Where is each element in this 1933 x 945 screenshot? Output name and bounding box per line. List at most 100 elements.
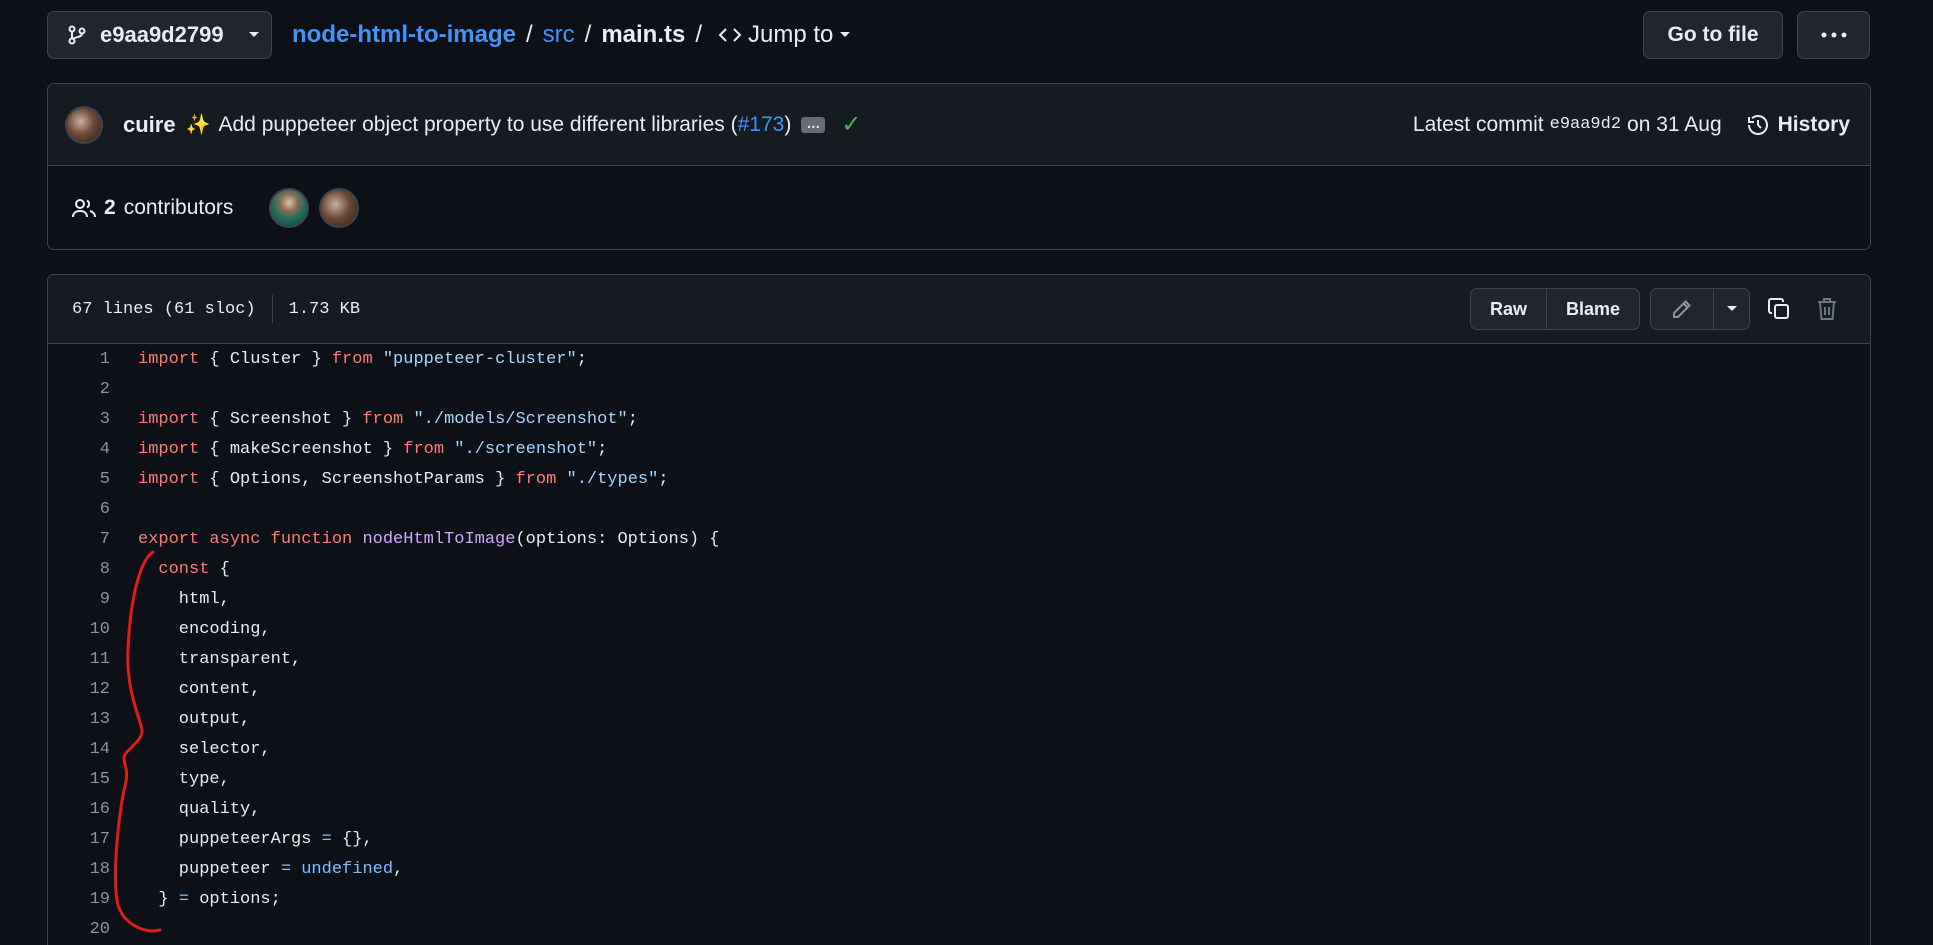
code-line[interactable]: 20 [48, 914, 1870, 944]
sparkle-icon: ✨ [185, 114, 211, 136]
repo-link[interactable]: node-html-to-image [292, 21, 516, 49]
raw-button[interactable]: Raw [1471, 289, 1546, 329]
code-line[interactable]: 4 import { makeScreenshot } from "./scree… [48, 434, 1870, 464]
history-icon [1747, 114, 1768, 135]
chevron-down-icon [840, 32, 851, 37]
check-success-icon[interactable]: ✓ [841, 110, 861, 139]
line-number[interactable]: 14 [48, 740, 110, 759]
code-token: selector, [138, 739, 271, 759]
line-number[interactable]: 2 [48, 380, 110, 399]
edit-group [1650, 288, 1750, 330]
line-number[interactable]: 11 [48, 650, 110, 669]
delete-file-button[interactable] [1808, 288, 1846, 330]
code-token: content, [138, 679, 261, 699]
contributors-count: 2 [104, 196, 116, 219]
contributors-link[interactable]: 2 contributors [72, 196, 233, 220]
code-line[interactable]: 3 import { Screenshot } from "./models/Sc… [48, 404, 1870, 434]
code-listing[interactable]: 1 import { Cluster } from "puppeteer-clus… [48, 344, 1870, 944]
line-number[interactable]: 1 [48, 350, 110, 369]
code-token: import [138, 349, 210, 369]
edit-dropdown-button[interactable] [1713, 289, 1749, 329]
code-line[interactable]: 16 quality, [48, 794, 1870, 824]
code-token: (options: Options) { [515, 529, 720, 549]
latest-commit-label: Latest commit [1412, 112, 1544, 136]
contributor-avatar[interactable] [319, 188, 360, 228]
line-number[interactable]: 9 [48, 590, 110, 609]
author-avatar[interactable] [65, 105, 103, 144]
code-line[interactable]: 14 selector, [48, 734, 1870, 764]
code-token: puppeteer [138, 859, 281, 879]
line-number[interactable]: 20 [48, 920, 110, 939]
line-number[interactable]: 17 [48, 830, 110, 849]
code-token: from [403, 439, 445, 459]
code-token: "./models/Screenshot" [403, 409, 628, 429]
line-number[interactable]: 8 [48, 560, 110, 579]
line-content: content, [138, 679, 261, 699]
code-token: {}, [331, 829, 373, 849]
contributor-avatar[interactable] [269, 188, 310, 228]
line-number[interactable]: 10 [48, 620, 110, 639]
line-number[interactable]: 3 [48, 410, 110, 429]
code-token: = [321, 829, 332, 849]
code-line[interactable]: 15 type, [48, 764, 1870, 794]
expand-commit-message-button[interactable]: … [801, 116, 826, 133]
latest-commit-info: Latest commit e9aa9d2 on 31 Aug [1413, 113, 1722, 137]
code-line[interactable]: 18 puppeteer = undefined, [48, 854, 1870, 884]
code-line[interactable]: 13 output, [48, 704, 1870, 734]
commit-author[interactable]: cuire [123, 112, 176, 138]
code-line[interactable]: 11 transparent, [48, 644, 1870, 674]
code-line[interactable]: 8 const { [48, 554, 1870, 584]
triangle-down-icon [1726, 306, 1737, 311]
line-content: transparent, [138, 650, 301, 669]
line-number[interactable]: 7 [48, 530, 110, 549]
jump-to-button[interactable]: Jump to [718, 21, 851, 49]
code-line[interactable]: 19 } = options; [48, 884, 1870, 914]
line-number[interactable]: 12 [48, 680, 110, 699]
code-line[interactable]: 2 [48, 374, 1870, 404]
folder-link[interactable]: src [543, 21, 575, 49]
breadcrumb-separator: / [584, 21, 592, 48]
code-line[interactable]: 6 [48, 494, 1870, 524]
code-token: nodeHtmlToImage [362, 529, 516, 549]
code-line[interactable]: 7 export async function nodeHtmlToImage(o… [48, 524, 1870, 554]
contributors-row: 2 contributors [48, 166, 1870, 250]
history-button[interactable]: History [1746, 113, 1850, 137]
branch-selector-button[interactable]: e9aa9d2799 [47, 11, 272, 59]
code-line[interactable]: 5 import { Options, ScreenshotParams } fr… [48, 464, 1870, 494]
code-line[interactable]: 1 import { Cluster } from "puppeteer-clus… [48, 344, 1870, 374]
commit-sha-link[interactable]: e9aa9d2 [1550, 115, 1621, 134]
line-number[interactable]: 5 [48, 470, 110, 489]
more-options-button[interactable] [1797, 11, 1870, 59]
line-content: selector, [138, 740, 271, 759]
edit-file-button[interactable] [1651, 289, 1713, 329]
code-token: const [158, 559, 210, 579]
code-line[interactable]: 17 puppeteerArgs = {}, [48, 824, 1870, 854]
code-line[interactable]: 12 content, [48, 674, 1870, 704]
code-token: puppeteerArgs [138, 829, 322, 849]
code-token: ; [597, 439, 608, 459]
code-token: ; [658, 469, 669, 489]
line-number[interactable]: 13 [48, 710, 110, 729]
line-number[interactable]: 18 [48, 860, 110, 879]
go-to-file-button[interactable]: Go to file [1643, 11, 1783, 59]
code-token: transparent, [138, 649, 302, 669]
line-content: import { Cluster } from "puppeteer-clust… [138, 350, 587, 369]
line-number[interactable]: 16 [48, 800, 110, 819]
commit-message[interactable]: Add puppeteer object property to use dif… [219, 113, 792, 137]
latest-commit-box: cuire ✨ Add puppeteer object property to… [47, 83, 1871, 250]
blame-button[interactable]: Blame [1545, 289, 1639, 329]
code-token: html, [138, 589, 230, 609]
code-line[interactable]: 9 html, [48, 584, 1870, 614]
pull-request-link[interactable]: #173 [738, 113, 785, 136]
line-number[interactable]: 4 [48, 440, 110, 459]
raw-blame-group: Raw Blame [1469, 288, 1640, 330]
code-icon [718, 28, 742, 42]
line-number[interactable]: 6 [48, 500, 110, 519]
top-actions: Go to file [1643, 11, 1870, 59]
line-number[interactable]: 15 [48, 770, 110, 789]
code-token: ; [576, 349, 587, 369]
code-line[interactable]: 10 encoding, [48, 614, 1870, 644]
copy-raw-button[interactable] [1760, 288, 1798, 330]
line-number[interactable]: 19 [48, 890, 110, 909]
